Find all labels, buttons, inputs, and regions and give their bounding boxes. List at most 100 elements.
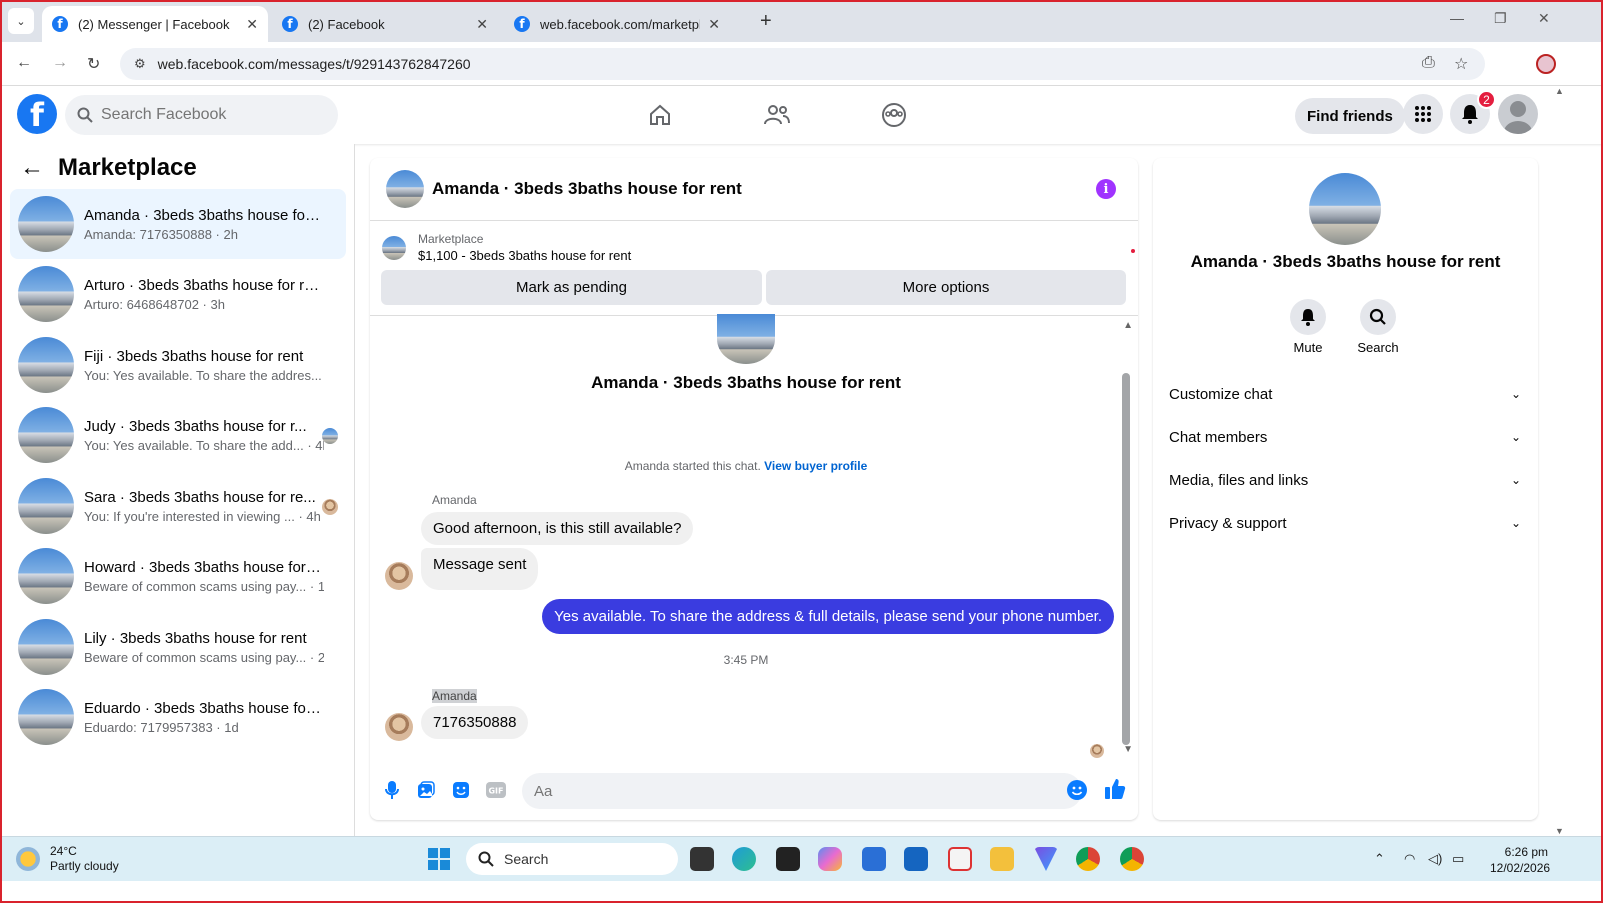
browser-profile-avatar[interactable] [1536, 54, 1556, 74]
customize-chat-section[interactable]: Customize chat ⌄ [1169, 376, 1521, 412]
search-input[interactable] [101, 106, 301, 124]
chat-title[interactable]: Amanda · 3beds 3baths house for rent [432, 179, 742, 199]
sticky-notes-icon[interactable] [776, 847, 800, 871]
scroll-down-arrow-icon[interactable]: ▼ [1555, 826, 1564, 836]
chat-header: Amanda · 3beds 3baths house for rent i [370, 158, 1138, 221]
wifi-icon[interactable]: ◠ [1404, 851, 1415, 867]
tab-messenger[interactable]: f (2) Messenger | Facebook ✕ [42, 6, 268, 42]
sticker-icon[interactable] [451, 780, 471, 800]
task-view-icon[interactable] [690, 847, 714, 871]
incoming-message[interactable]: Good afternoon, is this still available? [421, 512, 694, 545]
new-tab-button[interactable]: + [760, 10, 772, 33]
chrome-profile-icon[interactable] [1120, 847, 1144, 871]
conversation-item[interactable]: Sara · 3beds 3baths house for re... You: … [10, 471, 346, 541]
copilot-icon[interactable] [818, 847, 842, 871]
microsoft-store-icon[interactable] [862, 847, 886, 871]
microphone-icon[interactable] [382, 780, 402, 800]
chevron-down-icon: ⌄ [1510, 430, 1521, 444]
emoji-icon[interactable] [1067, 780, 1087, 800]
find-friends-button[interactable]: Find friends [1295, 98, 1405, 134]
restore-button[interactable]: ❐ [1494, 10, 1507, 27]
info-icon[interactable]: i [1096, 179, 1116, 199]
taskbar-search[interactable]: Search [466, 843, 678, 875]
bookmark-star-icon[interactable]: ☆ [1454, 54, 1468, 74]
close-icon[interactable]: ✕ [246, 16, 258, 33]
chrome-icon[interactable] [1076, 847, 1100, 871]
snipping-tool-icon[interactable] [948, 847, 972, 871]
thumbs-up-icon[interactable] [1104, 778, 1126, 806]
conversation-item[interactable]: Eduardo · 3beds 3baths house for ... Edua… [10, 682, 346, 752]
window-close-button[interactable]: ✕ [1538, 10, 1550, 27]
conversation-title: Judy · 3beds 3baths house for r... [84, 417, 307, 435]
contact-avatar[interactable] [1309, 173, 1381, 245]
sender-avatar[interactable] [385, 713, 413, 741]
marketplace-inbox: ← Marketplace Amanda · 3beds 3baths hous… [0, 144, 355, 836]
gif-icon[interactable]: GIF [486, 780, 506, 800]
scroll-up-arrow-icon[interactable]: ▲ [1555, 86, 1564, 96]
back-icon[interactable]: ← [16, 54, 32, 72]
message-input[interactable] [522, 773, 1082, 809]
page-scrollbar[interactable]: ▲ ▼ [1552, 86, 1566, 836]
message-composer: GIF [370, 758, 1138, 820]
chat-avatar[interactable] [386, 170, 424, 208]
conversation-item[interactable]: Amanda · 3beds 3baths house for ... Amand… [10, 189, 346, 259]
mute-button[interactable]: Mute [1278, 299, 1338, 355]
system-clock[interactable]: 6:26 pm 12/02/2026 [1490, 844, 1550, 876]
tab-search-menu[interactable]: ⌄ [8, 8, 34, 34]
conversation-item[interactable]: Judy · 3beds 3baths house for r... You: Y… [10, 400, 346, 470]
more-options-button[interactable]: More options [766, 270, 1126, 305]
vpn-app-icon[interactable] [1034, 847, 1058, 871]
reload-icon[interactable]: ↻ [87, 54, 100, 74]
listing-summary[interactable]: Marketplace $1,100 - 3beds 3baths house … [382, 232, 631, 263]
menu-grid-icon[interactable] [1403, 94, 1443, 134]
close-icon[interactable]: ✕ [476, 16, 488, 33]
search-in-chat-button[interactable]: Search [1348, 299, 1408, 355]
weather-widget[interactable]: 24°C Partly cloudy [16, 844, 119, 874]
conversation-item[interactable]: Lily · 3beds 3baths house for rent Beware… [10, 612, 346, 682]
forward-icon[interactable]: → [52, 54, 68, 72]
mark-as-pending-button[interactable]: Mark as pending [381, 270, 762, 305]
show-hidden-icons-icon[interactable]: ⌃ [1374, 851, 1385, 867]
sender-name: Amanda [432, 689, 477, 703]
conversation-item[interactable]: Arturo · 3beds 3baths house for rent Artu… [10, 259, 346, 329]
conversation-item[interactable]: Howard · 3beds 3baths house for r... Bewa… [10, 541, 346, 611]
windows-start-icon[interactable] [428, 848, 450, 870]
incoming-message[interactable]: 7176350888 [421, 706, 529, 739]
edge-browser-icon[interactable] [732, 847, 756, 871]
file-explorer-icon[interactable] [990, 847, 1014, 871]
tab-marketplace[interactable]: f web.facebook.com/marketplace ✕ [504, 6, 730, 42]
groups-icon[interactable] [879, 100, 909, 130]
back-arrow-icon[interactable]: ← [20, 154, 44, 182]
outlook-icon[interactable] [904, 847, 928, 871]
weather-condition: Partly cloudy [50, 859, 119, 873]
outgoing-message[interactable]: Yes available. To share the address & fu… [542, 599, 1114, 634]
svg-text:GIF: GIF [488, 787, 503, 796]
friends-icon[interactable] [762, 100, 792, 130]
media-files-links-section[interactable]: Media, files and links ⌄ [1169, 462, 1521, 498]
sender-avatar[interactable] [385, 562, 413, 590]
view-buyer-profile-link[interactable]: View buyer profile [764, 459, 867, 473]
photo-icon[interactable] [416, 780, 436, 800]
volume-icon[interactable]: ◁) [1428, 851, 1442, 867]
install-app-icon[interactable]: ⎙ [1422, 54, 1435, 72]
minimize-button[interactable]: — [1450, 10, 1464, 26]
conversation-item[interactable]: Fiji · 3beds 3baths house for rent You: Y… [10, 330, 346, 400]
site-settings-icon[interactable]: ⚙ [134, 56, 146, 72]
privacy-support-section[interactable]: Privacy & support ⌄ [1169, 505, 1521, 541]
home-icon[interactable] [645, 100, 675, 130]
url-bar[interactable]: ⚙ web.facebook.com/messages/t/9291437628… [120, 48, 1485, 80]
message-thread[interactable]: Amanda · 3beds 3baths house for rent Ama… [370, 314, 1138, 758]
close-icon[interactable]: ✕ [708, 16, 720, 33]
account-avatar[interactable] [1498, 94, 1538, 134]
facebook-search[interactable] [65, 95, 338, 135]
marketplace-label: Marketplace [418, 232, 484, 246]
thread-scrollbar[interactable] [1122, 373, 1130, 745]
scroll-down-arrow-icon[interactable]: ▼ [1123, 744, 1133, 755]
battery-icon[interactable]: ▭ [1452, 851, 1464, 867]
scroll-up-arrow-icon[interactable]: ▲ [1123, 320, 1133, 331]
incoming-message[interactable]: Message sent [421, 548, 539, 590]
search-icon [1360, 299, 1396, 335]
tab-facebook[interactable]: f (2) Facebook ✕ [272, 6, 498, 42]
chat-members-section[interactable]: Chat members ⌄ [1169, 419, 1521, 455]
facebook-logo[interactable]: f [17, 94, 57, 134]
